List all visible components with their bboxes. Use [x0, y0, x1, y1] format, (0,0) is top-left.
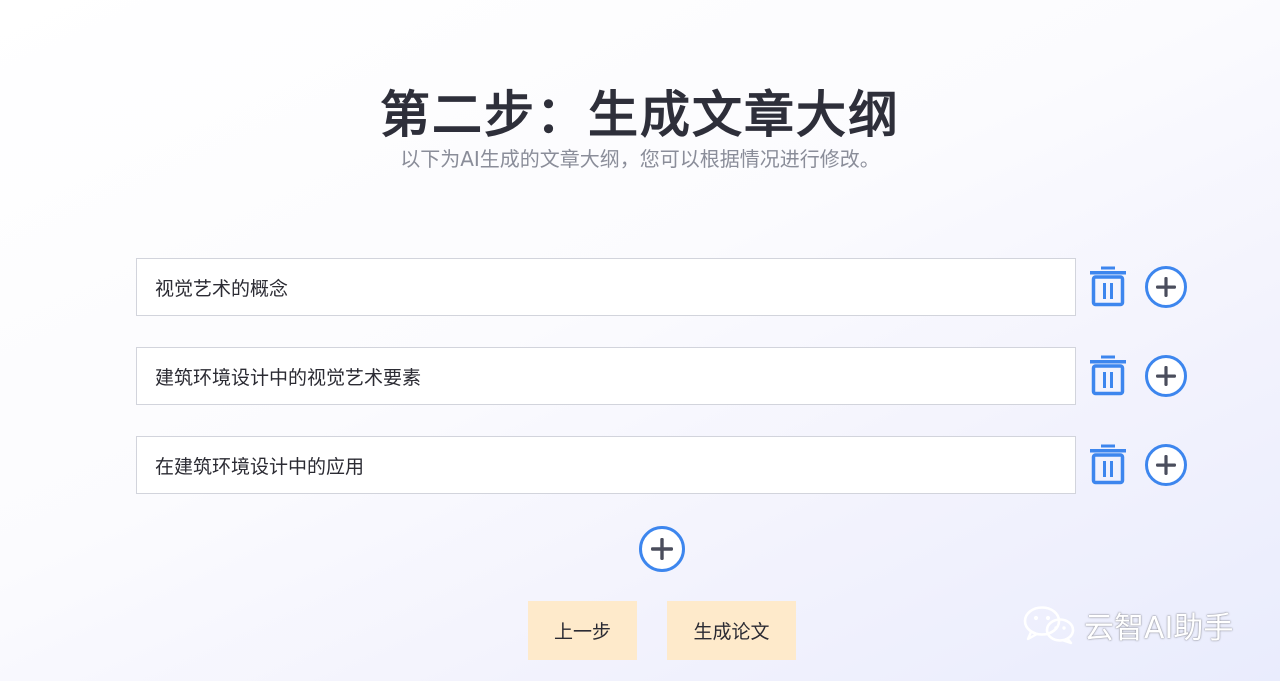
outline-item-input[interactable]	[136, 347, 1076, 405]
outline-item	[136, 347, 1196, 407]
outline-list	[136, 258, 1196, 525]
add-item-below-button[interactable]	[1144, 265, 1188, 309]
outline-item	[136, 436, 1196, 496]
page-title: 第二步：生成文章大纲	[380, 85, 900, 144]
delete-item-button[interactable]	[1086, 442, 1130, 486]
add-item-below-button[interactable]	[1144, 443, 1188, 487]
trash-icon	[1090, 355, 1126, 396]
trash-icon	[1090, 444, 1126, 485]
outline-item-input[interactable]	[136, 258, 1076, 316]
add-outline-item-button[interactable]	[638, 525, 686, 573]
page-subtitle: 以下为AI生成的文章大纲，您可以根据情况进行修改。	[400, 147, 880, 171]
watermark-text: 云智AI助手	[1084, 611, 1234, 646]
plus-circle-icon	[1145, 266, 1187, 308]
prev-step-button[interactable]: 上一步	[528, 601, 637, 660]
plus-circle-icon	[1145, 355, 1187, 397]
add-item-below-button[interactable]	[1144, 354, 1188, 398]
generate-paper-button[interactable]: 生成论文	[667, 601, 796, 660]
trash-icon	[1090, 266, 1126, 307]
outline-item-input[interactable]	[136, 436, 1076, 494]
wechat-icon	[1023, 606, 1075, 645]
delete-item-button[interactable]	[1086, 264, 1130, 308]
plus-circle-icon	[639, 526, 685, 572]
watermark: 云智AI助手	[1022, 602, 1233, 648]
plus-circle-icon	[1145, 444, 1187, 486]
outline-item	[136, 258, 1196, 318]
delete-item-button[interactable]	[1086, 353, 1130, 397]
